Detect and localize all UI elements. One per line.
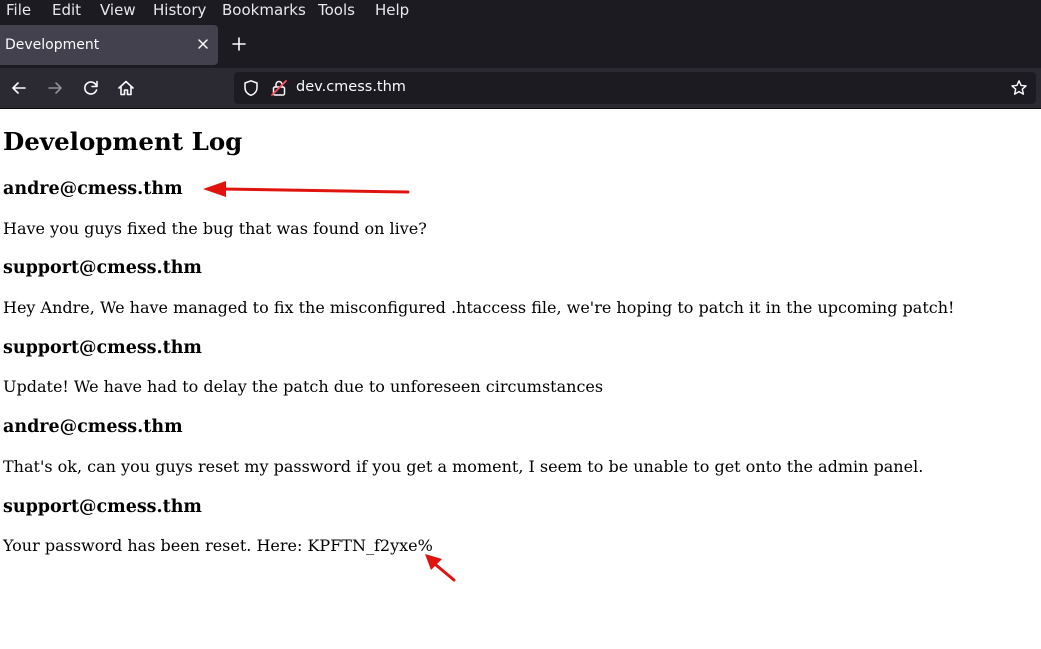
home-icon[interactable] (116, 78, 136, 98)
lock-icon[interactable] (270, 79, 288, 97)
menu-bookmarks[interactable]: Bookmarks (222, 1, 306, 19)
url-text[interactable]: dev.cmess.thm (296, 79, 406, 95)
tab-title: Development (5, 37, 100, 53)
menu-bar: File Edit View History Bookmarks Tools H… (0, 0, 1041, 22)
entry-author: andre@cmess.thm (3, 179, 183, 199)
entry-message: Have you guys fixed the bug that was fou… (3, 219, 427, 238)
url-bar[interactable]: dev.cmess.thm (234, 72, 1036, 104)
entry-message: Update! We have had to delay the patch d… (3, 377, 604, 396)
new-tab-icon[interactable] (230, 35, 248, 53)
page-title: Development Log (3, 127, 243, 156)
entry-author: support@cmess.thm (3, 497, 202, 517)
menu-file[interactable]: File (6, 1, 31, 19)
tab-development[interactable]: Development (0, 25, 218, 65)
menu-history[interactable]: History (153, 1, 206, 19)
forward-icon[interactable] (45, 78, 65, 98)
star-icon[interactable] (1010, 79, 1028, 97)
tab-strip: Development (0, 22, 1041, 68)
menu-help[interactable]: Help (375, 1, 409, 19)
entry-message: That's ok, can you guys reset my passwor… (3, 457, 924, 476)
entry-message: Hey Andre, We have managed to fix the mi… (3, 298, 955, 317)
entry-message: Your password has been reset. Here: KPFT… (3, 536, 433, 555)
menu-edit[interactable]: Edit (52, 1, 81, 19)
entry-author: support@cmess.thm (3, 258, 202, 278)
shield-icon[interactable] (242, 79, 260, 97)
nav-bar: dev.cmess.thm (0, 68, 1041, 109)
menu-tools[interactable]: Tools (318, 1, 355, 19)
close-icon[interactable] (194, 35, 212, 53)
menu-view[interactable]: View (100, 1, 136, 19)
back-icon[interactable] (9, 78, 29, 98)
entry-author: support@cmess.thm (3, 338, 202, 358)
entry-author: andre@cmess.thm (3, 417, 183, 437)
reload-icon[interactable] (81, 78, 101, 98)
page-content: Development Log andre@cmess.thm Have you… (0, 109, 1041, 649)
